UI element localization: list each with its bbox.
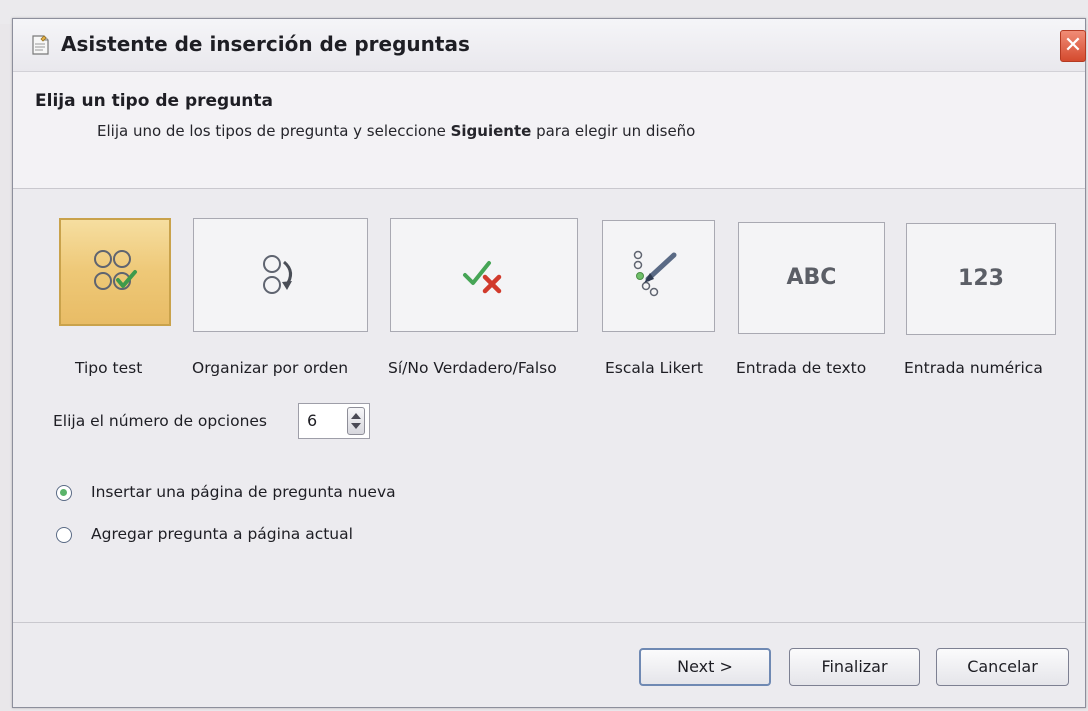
true-false-icon [463,261,502,294]
subtitle-text-end: para elegir un diseño [531,122,696,140]
footer-divider [13,622,1085,623]
radio-label-new-page[interactable]: Insertar una página de pregunta nueva [91,483,396,501]
tile-label-likert-scale: Escala Likert [605,359,703,377]
tile-label-text-entry: Entrada de texto [736,359,867,377]
tile-rank-order[interactable] [193,218,368,332]
spinner-up-icon[interactable] [351,413,361,419]
rank-order-icon [263,255,292,294]
options-count-label: Elija el número de opciones [53,412,268,430]
wizard-header: Elija un tipo de pregunta Elija uno de l… [13,72,1085,189]
tile-true-false[interactable] [390,218,578,332]
tile-label-rank-order: Organizar por orden [192,359,349,377]
header-title: Elija un tipo de pregunta [35,91,273,111]
options-count-value[interactable]: 6 [307,411,317,430]
radio-current-page[interactable] [56,527,72,543]
spinner-buttons[interactable] [347,407,365,435]
multiple-choice-icon [94,250,137,290]
document-icon [32,35,49,55]
tile-label-numeric-entry: Entrada numérica [904,359,1043,377]
close-button[interactable]: ✕ [1060,30,1086,62]
options-count-stepper[interactable]: 6 [298,403,370,439]
subtitle-text-start: Elija uno de los tipos de pregunta y sel… [97,122,451,140]
tile-label-true-false: Sí/No Verdadero/Falso [388,359,557,377]
tile-label-multiple-choice: Tipo test [75,359,143,377]
wizard-dialog: Asistente de inserción de preguntas ✕ El… [12,18,1086,708]
spinner-down-icon[interactable] [351,423,361,429]
window-title: Asistente de inserción de preguntas [61,32,470,56]
likert-scale-icon [633,250,677,297]
title-bar: Asistente de inserción de preguntas ✕ [13,19,1086,72]
finish-button[interactable]: Finalizar [789,648,920,686]
tile-text-entry[interactable]: ABC [738,222,885,334]
radio-new-page[interactable] [56,485,72,501]
tile-multiple-choice[interactable] [59,218,171,326]
cancel-button[interactable]: Cancelar [936,648,1069,686]
next-button[interactable]: Next > [639,648,771,686]
tile-likert-scale[interactable] [602,220,715,332]
numeric-entry-icon: 123 [958,266,1004,291]
tile-numeric-entry[interactable]: 123 [906,223,1056,335]
radio-label-current-page[interactable]: Agregar pregunta a página actual [91,525,353,543]
text-entry-icon: ABC [786,265,837,290]
header-subtitle: Elija uno de los tipos de pregunta y sel… [97,122,695,140]
subtitle-next-word: Siguiente [450,122,532,140]
